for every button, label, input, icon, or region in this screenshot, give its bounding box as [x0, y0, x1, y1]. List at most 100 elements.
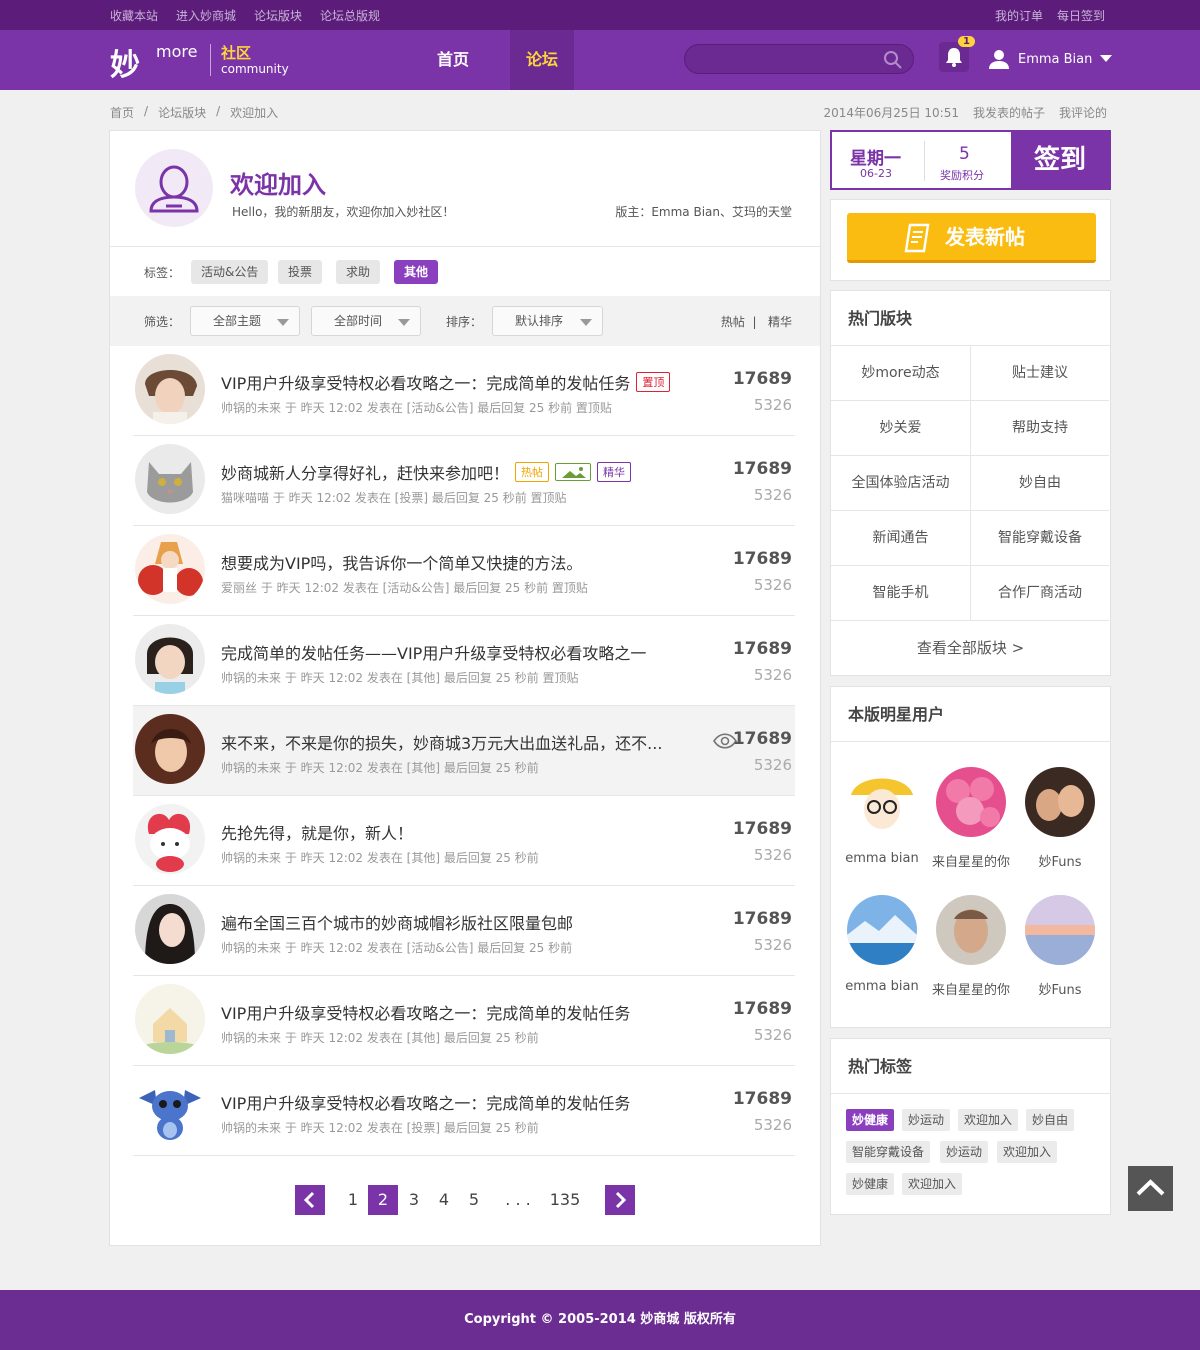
- star-user[interactable]: emma bian: [837, 895, 927, 994]
- search-input[interactable]: [697, 51, 877, 65]
- hot-posts-link[interactable]: 热帖: [721, 315, 745, 329]
- post-row[interactable]: 遍布全国三百个城市的妙商城帽衫版社区限量包邮 帅锅的未来 于 昨天 12:02 …: [133, 886, 795, 976]
- user-menu[interactable]: Emma Bian: [988, 48, 1113, 70]
- page-number[interactable]: 4: [429, 1189, 459, 1219]
- hot-tag[interactable]: 妙运动: [940, 1141, 989, 1163]
- post-title[interactable]: 完成简单的发帖任务——VIP用户升级享受特权必看攻略之一: [221, 640, 646, 664]
- notification-button[interactable]: 1: [939, 36, 975, 72]
- tag-chip[interactable]: 求助: [336, 260, 381, 284]
- hot-tag[interactable]: 欢迎加入: [958, 1109, 1019, 1131]
- star-user[interactable]: 来自星星的你: [926, 767, 1016, 870]
- post-meta: 帅锅的未来 于 昨天 12:02 发表在 [投票] 最后回复 25 秒前: [221, 1121, 539, 1135]
- nav-forum[interactable]: 论坛: [510, 30, 574, 90]
- prev-page-button[interactable]: [295, 1185, 325, 1215]
- post-author-avatar[interactable]: [135, 894, 205, 964]
- post-row[interactable]: VIP用户升级享受特权必看攻略之一：完成简单的发帖任务 帅锅的未来 于 昨天 1…: [133, 976, 795, 1066]
- page-number-last[interactable]: 135: [547, 1189, 583, 1219]
- time-select[interactable]: 全部时间: [311, 306, 421, 336]
- boards-link[interactable]: 论坛版块: [254, 7, 302, 24]
- my-orders-link[interactable]: 我的订单: [995, 7, 1043, 24]
- star-user[interactable]: 妙Funs: [1015, 767, 1105, 870]
- star-user-avatar[interactable]: [1025, 895, 1095, 965]
- logo[interactable]: 妙 more 社区 community: [110, 38, 310, 83]
- mall-link[interactable]: 进入妙商城: [176, 7, 236, 24]
- best-posts-link[interactable]: 精华: [768, 315, 792, 329]
- pinned-badge: 置顶: [636, 372, 671, 392]
- board-link[interactable]: 合作厂商活动: [970, 566, 1109, 621]
- tag-chip[interactable]: 投票: [278, 260, 323, 284]
- post-title[interactable]: 妙商城新人分享得好礼，赶快来参加吧！: [221, 460, 509, 484]
- board-link[interactable]: 妙关爱: [831, 401, 970, 456]
- post-row[interactable]: 先抢先得，就是你，新人！ 帅锅的未来 于 昨天 12:02 发表在 [其他] 最…: [133, 796, 795, 886]
- tag-chip-active[interactable]: 其他: [394, 260, 439, 284]
- caret-down-icon: [580, 319, 592, 326]
- breadcrumb-home[interactable]: 首页: [110, 104, 134, 121]
- post-title[interactable]: 遍布全国三百个城市的妙商城帽衫版社区限量包邮: [221, 910, 573, 934]
- board-link[interactable]: 帮助支持: [970, 401, 1109, 456]
- tag-chip[interactable]: 活动&公告: [191, 260, 269, 284]
- nav-home[interactable]: 首页: [421, 30, 485, 90]
- search-icon[interactable]: [883, 50, 903, 70]
- view-all-boards-link[interactable]: 查看全部版块 >: [831, 621, 1110, 676]
- sort-select[interactable]: 默认排序: [492, 306, 603, 336]
- hot-tag[interactable]: 欢迎加入: [902, 1173, 963, 1195]
- page-number[interactable]: 3: [399, 1189, 429, 1219]
- star-user-avatar[interactable]: [936, 895, 1006, 965]
- topic-select[interactable]: 全部主题: [190, 306, 300, 336]
- hot-tag-active[interactable]: 妙健康: [846, 1109, 895, 1131]
- checkin-button[interactable]: 签到: [1011, 132, 1109, 188]
- star-user[interactable]: 来自星星的你: [926, 895, 1016, 998]
- back-to-top-button[interactable]: [1128, 1166, 1173, 1211]
- star-user-avatar[interactable]: [847, 767, 917, 837]
- post-views: 17689: [732, 999, 792, 1019]
- star-user[interactable]: emma bian: [837, 767, 927, 866]
- hot-tag[interactable]: 智能穿戴设备: [846, 1141, 931, 1163]
- rules-link[interactable]: 论坛总版规: [320, 7, 380, 24]
- board-link[interactable]: 妙more动态: [831, 346, 970, 401]
- breadcrumb-boards[interactable]: 论坛版块: [158, 104, 206, 121]
- page-number-current[interactable]: 2: [368, 1185, 398, 1215]
- hot-tag[interactable]: 妙运动: [902, 1109, 951, 1131]
- post-row[interactable]: VIP用户升级享受特权必看攻略之一：完成简单的发帖任务 帅锅的未来 于 昨天 1…: [133, 1066, 795, 1156]
- post-title[interactable]: VIP用户升级享受特权必看攻略之一：完成简单的发帖任务: [221, 370, 630, 394]
- post-author-avatar[interactable]: [135, 624, 205, 694]
- post-row[interactable]: VIP用户升级享受特权必看攻略之一：完成简单的发帖任务 置顶 帅锅的未来 于 昨天…: [133, 346, 795, 436]
- hot-tag[interactable]: 欢迎加入: [997, 1141, 1058, 1163]
- board-link[interactable]: 全国体验店活动: [831, 456, 970, 511]
- board-link[interactable]: 妙自由: [970, 456, 1109, 511]
- my-comments-link[interactable]: 我评论的: [1059, 104, 1107, 121]
- star-user-avatar[interactable]: [936, 767, 1006, 837]
- hot-tag[interactable]: 妙健康: [846, 1173, 895, 1195]
- post-author-avatar[interactable]: [135, 354, 205, 424]
- post-title[interactable]: 想要成为VIP吗，我告诉你一个简单又快捷的方法。: [221, 550, 582, 574]
- my-posts-link[interactable]: 我发表的帖子: [973, 104, 1045, 121]
- new-post-button[interactable]: 发表新帖: [847, 213, 1096, 263]
- star-user[interactable]: 妙Funs: [1015, 895, 1105, 998]
- next-page-button[interactable]: [605, 1185, 635, 1215]
- post-author-avatar[interactable]: [135, 714, 205, 784]
- post-title[interactable]: 先抢先得，就是你，新人！: [221, 820, 413, 844]
- post-title[interactable]: VIP用户升级享受特权必看攻略之一：完成简单的发帖任务: [221, 1090, 630, 1114]
- page-number[interactable]: 1: [338, 1189, 368, 1219]
- post-author-avatar[interactable]: [135, 984, 205, 1054]
- post-row[interactable]: 完成简单的发帖任务——VIP用户升级享受特权必看攻略之一 帅锅的未来 于 昨天 …: [133, 616, 795, 706]
- post-author-avatar[interactable]: [135, 804, 205, 874]
- post-author-avatar[interactable]: [135, 534, 205, 604]
- star-user-avatar[interactable]: [847, 895, 917, 965]
- daily-checkin-link[interactable]: 每日签到: [1057, 7, 1105, 24]
- board-link[interactable]: 贴士建议: [970, 346, 1109, 401]
- post-title[interactable]: 来不来，不来是你的损失，妙商城3万元大出血送礼品，还不...: [221, 730, 662, 754]
- post-title[interactable]: VIP用户升级享受特权必看攻略之一：完成简单的发帖任务: [221, 1000, 630, 1024]
- page-number[interactable]: 5: [459, 1189, 489, 1219]
- hot-tag[interactable]: 妙自由: [1026, 1109, 1075, 1131]
- star-user-avatar[interactable]: [1025, 767, 1095, 837]
- post-author-avatar[interactable]: [135, 1074, 205, 1144]
- board-link[interactable]: 智能手机: [831, 566, 970, 621]
- post-row[interactable]: 想要成为VIP吗，我告诉你一个简单又快捷的方法。 爱丽丝 于 昨天 12:02 …: [133, 526, 795, 616]
- board-link[interactable]: 智能穿戴设备: [970, 511, 1109, 566]
- bookmark-link[interactable]: 收藏本站: [110, 7, 158, 24]
- post-row-hovered[interactable]: 来不来，不来是你的损失，妙商城3万元大出血送礼品，还不... 帅锅的未来 于 昨…: [133, 706, 795, 796]
- post-author-avatar[interactable]: [135, 444, 205, 514]
- board-link[interactable]: 新闻通告: [831, 511, 970, 566]
- post-row[interactable]: 妙商城新人分享得好礼，赶快来参加吧！ 热帖 精华 猫咪喵喵 于 昨天 12:02 发…: [133, 436, 795, 526]
